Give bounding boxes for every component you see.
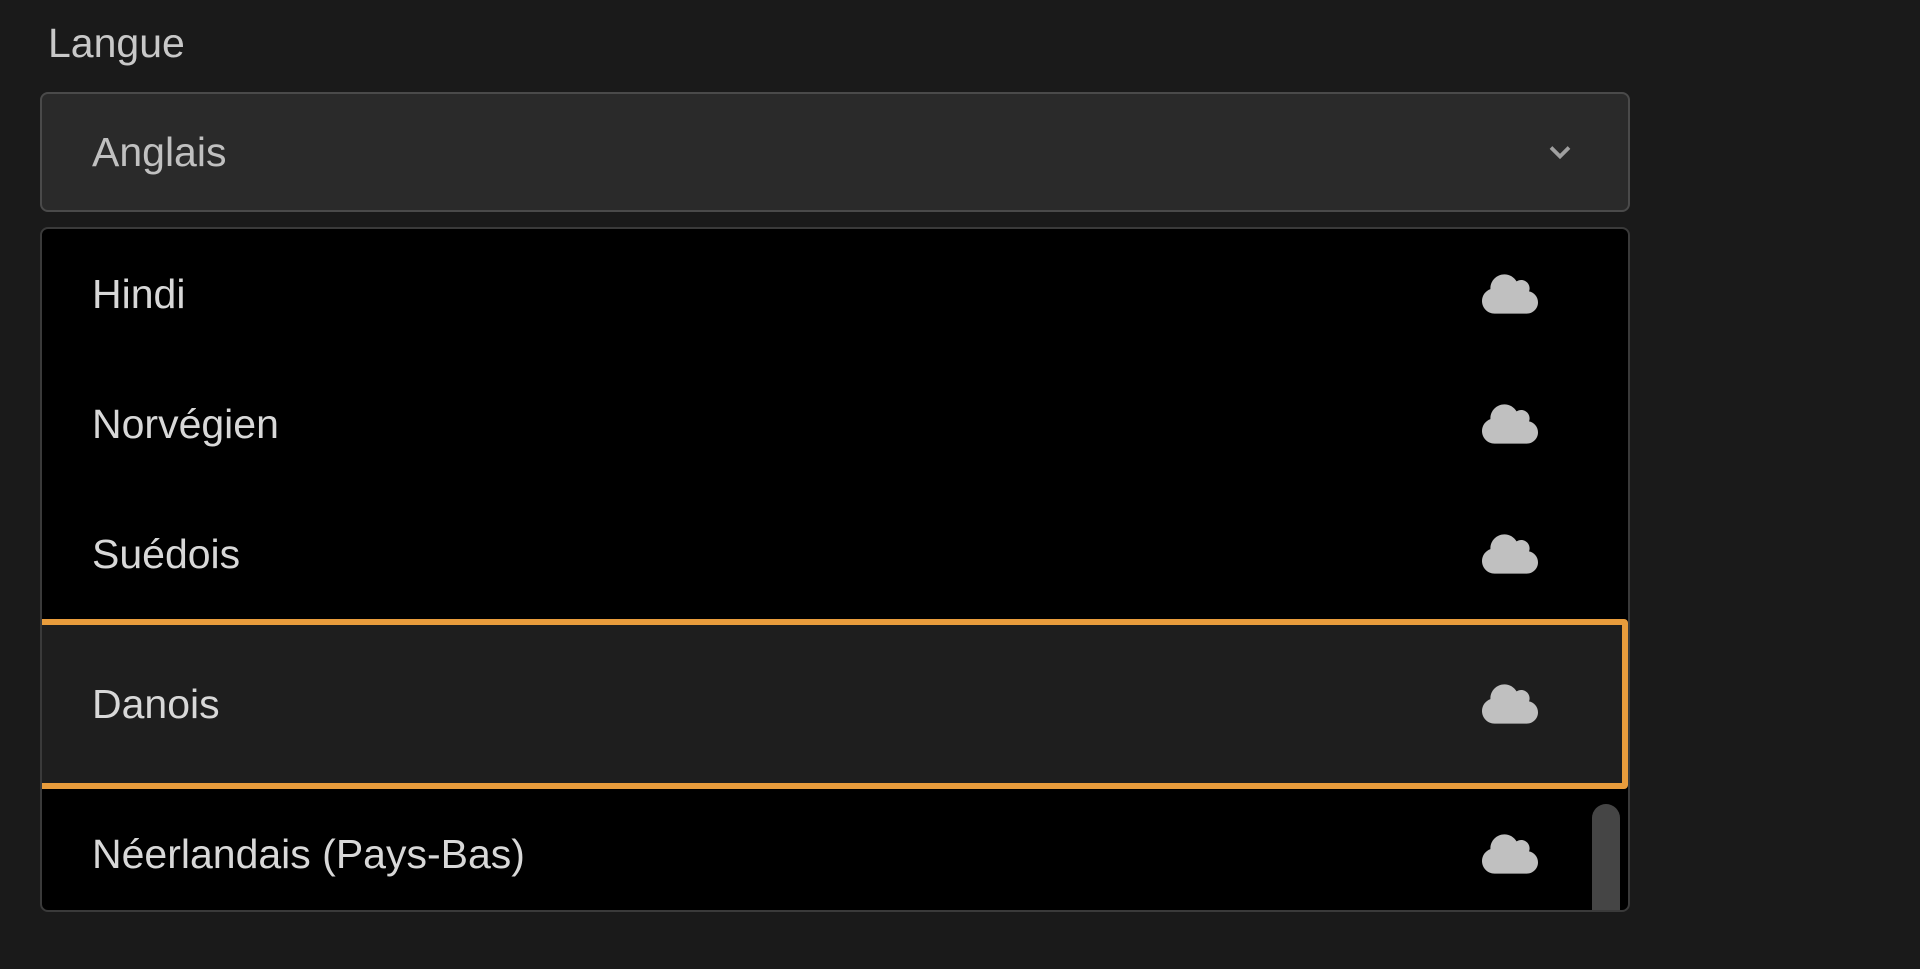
cloud-download-icon[interactable] <box>1482 826 1538 882</box>
language-select[interactable]: Anglais <box>40 92 1630 212</box>
language-option[interactable]: Néerlandais (Pays-Bas) <box>42 789 1628 912</box>
language-option[interactable]: Hindi <box>42 229 1628 359</box>
cloud-download-icon[interactable] <box>1482 396 1538 452</box>
cloud-download-icon[interactable] <box>1482 266 1538 322</box>
language-dropdown: Hindi Norvégien Suédois Danois Néerlanda… <box>40 227 1630 912</box>
selected-language-value: Anglais <box>92 129 226 176</box>
section-label: Langue <box>48 20 1880 67</box>
chevron-down-icon <box>1542 134 1578 170</box>
option-label: Norvégien <box>92 401 279 448</box>
language-option[interactable]: Norvégien <box>42 359 1628 489</box>
option-label: Néerlandais (Pays-Bas) <box>92 831 525 878</box>
scrollbar-thumb[interactable] <box>1592 804 1620 912</box>
cloud-download-icon[interactable] <box>1482 676 1538 732</box>
cloud-download-icon[interactable] <box>1482 526 1538 582</box>
option-label: Hindi <box>92 271 185 318</box>
language-option[interactable]: Suédois <box>42 489 1628 619</box>
option-label: Suédois <box>92 531 240 578</box>
option-label: Danois <box>92 681 220 728</box>
language-option[interactable]: Danois <box>40 619 1628 789</box>
